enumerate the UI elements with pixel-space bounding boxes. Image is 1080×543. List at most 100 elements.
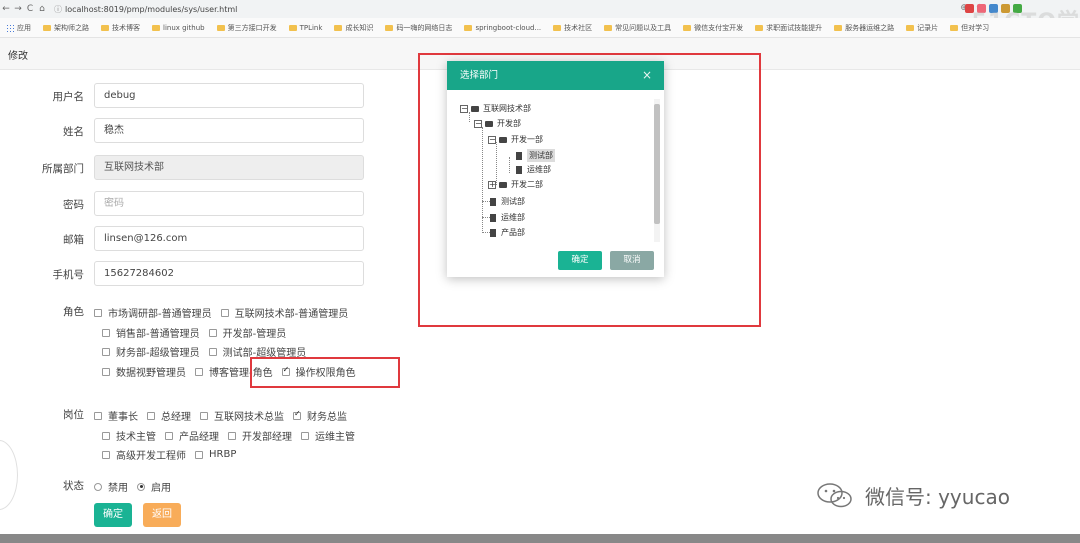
back-icon[interactable]: ← — [0, 4, 12, 14]
checkbox-icon[interactable] — [301, 431, 309, 440]
status-group: 禁用 启用 — [94, 479, 180, 494]
position-option[interactable]: 运维主管 — [301, 428, 355, 443]
name-input[interactable]: 稳杰 — [94, 118, 364, 143]
tree-node-dev[interactable]: − 开发部 — [474, 118, 521, 129]
home-icon[interactable]: ⌂ — [36, 4, 48, 14]
checkbox-icon[interactable] — [102, 347, 110, 356]
radio-icon[interactable] — [94, 482, 102, 491]
close-icon[interactable]: × — [642, 61, 652, 90]
folder-icon — [464, 24, 473, 31]
file-icon — [516, 165, 522, 174]
url-field[interactable]: ⓘ localhost:8019/pmp/modules/sys/user.htm… — [54, 4, 237, 15]
checkbox-icon[interactable] — [195, 450, 203, 459]
tree-node-ops[interactable]: 运维部 — [490, 212, 525, 223]
bookmark-item[interactable]: 记录片 — [906, 23, 938, 33]
position-option[interactable]: HRBP — [195, 449, 236, 460]
position-option[interactable]: 高级开发工程师 — [102, 447, 186, 462]
role-option[interactable]: 数据视野管理员 — [102, 364, 186, 379]
checkbox-icon[interactable] — [165, 431, 173, 440]
checkbox-icon[interactable] — [208, 328, 217, 337]
bookmark-item[interactable]: 微信支付宝开发 — [683, 23, 743, 33]
modal-ok-button[interactable]: 确定 — [558, 251, 602, 270]
role-option[interactable]: 互联网技术部-普通管理员 — [220, 305, 348, 320]
scrollbar-thumb[interactable] — [654, 104, 660, 224]
bookmark-apps[interactable]: 应用 — [6, 23, 31, 33]
back-button[interactable]: 返回 — [143, 503, 181, 527]
bookmark-item[interactable]: linux github — [152, 24, 205, 32]
bookmark-item[interactable]: 架构师之路 — [43, 23, 89, 33]
role-option[interactable]: 销售部-普通管理员 — [102, 325, 200, 340]
username-label: 用户名 — [52, 91, 85, 103]
checkbox-icon[interactable] — [102, 431, 110, 440]
bookmark-item[interactable]: 但对学习 — [950, 23, 989, 33]
dept-label: 所属部门 — [42, 163, 84, 175]
tree-node-dev1-ops[interactable]: 运维部 — [516, 164, 551, 175]
position-option[interactable]: 技术主管 — [102, 428, 156, 443]
folder-icon — [43, 24, 51, 31]
checkbox-icon[interactable] — [200, 411, 208, 420]
role-option[interactable]: 开发部-管理员 — [208, 325, 286, 340]
position-option[interactable]: 总经理 — [147, 408, 191, 423]
position-option[interactable]: 董事长 — [94, 408, 138, 423]
bookmark-item[interactable]: 服务器运维之路 — [834, 23, 894, 33]
position-option[interactable]: 互联网技术总监 — [200, 408, 284, 423]
forward-icon[interactable]: → — [12, 4, 24, 14]
expand-icon[interactable]: + — [488, 180, 496, 189]
position-option[interactable]: 开发部经理 — [228, 428, 292, 443]
checkbox-icon[interactable] — [147, 411, 155, 420]
bookmark-item[interactable]: 常见问题以及工具 — [604, 23, 671, 33]
bookmark-item[interactable]: TPLink — [288, 24, 322, 32]
tree-node-root[interactable]: − 互联网技术部 — [460, 103, 531, 114]
collapse-icon[interactable]: − — [488, 135, 496, 144]
dept-input[interactable]: 互联网技术部 — [94, 155, 364, 180]
bookmark-item[interactable]: 成长知识 — [334, 23, 373, 33]
tree-scrollbar[interactable] — [654, 99, 660, 242]
roles-label: 角色 — [63, 306, 84, 318]
bookmark-item[interactable]: springboot-cloud... — [464, 24, 541, 32]
checkbox-icon[interactable] — [195, 367, 203, 376]
checkbox-icon[interactable] — [208, 347, 217, 356]
bookmarks-bar: 应用 架构师之路 技术博客 linux github 第三方接口开发 TPLink 成长知识… — [0, 18, 1080, 38]
dept-tree: − 互联网技术部 − 开发部 − 开发一部 测试部 运维部 + 开发二部 测试部… — [456, 99, 664, 241]
positions-row: 技术主管 产品经理 开发部经理 运维主管 — [102, 428, 364, 443]
bookmark-item[interactable]: 技术博客 — [101, 23, 140, 33]
password-input[interactable]: 密码 — [94, 191, 364, 216]
bookmark-item[interactable]: 求职面试技能提升 — [755, 23, 822, 33]
tree-node-dev2[interactable]: + 开发二部 — [488, 179, 543, 190]
folder-icon — [499, 136, 507, 143]
modal-cancel-button[interactable]: 取消 — [610, 251, 654, 270]
tree-node-product[interactable]: 产品部 — [490, 227, 525, 238]
checkbox-icon[interactable] — [220, 308, 229, 317]
tree-node-dev1-test[interactable]: 测试部 — [516, 149, 555, 162]
bookmark-item[interactable]: 码一嗨的网络日志 — [385, 23, 452, 33]
status-option-enabled[interactable]: 启用 — [137, 479, 171, 494]
checkbox-icon[interactable] — [94, 308, 102, 317]
collapse-icon[interactable]: − — [460, 104, 468, 113]
checkbox-checked-icon[interactable] — [293, 409, 301, 420]
checkbox-icon[interactable] — [102, 328, 110, 337]
position-option[interactable]: 财务总监 — [293, 408, 347, 423]
checkbox-icon[interactable] — [94, 411, 102, 420]
role-option[interactable]: 市场调研部-普通管理员 — [94, 305, 212, 320]
checkbox-icon[interactable] — [102, 367, 110, 376]
username-input[interactable]: debug — [94, 83, 364, 108]
reload-icon[interactable]: C — [24, 4, 36, 14]
confirm-button[interactable]: 确定 — [94, 503, 132, 527]
collapse-icon[interactable]: − — [474, 119, 482, 128]
bookmark-item[interactable]: 技术社区 — [553, 23, 592, 33]
bookmark-item[interactable]: 第三方接口开发 — [216, 23, 277, 33]
checkbox-icon[interactable] — [228, 431, 236, 440]
radio-icon[interactable] — [137, 482, 145, 491]
checkbox-icon[interactable] — [102, 450, 110, 459]
status-option-disabled[interactable]: 禁用 — [94, 479, 128, 494]
tab-edit[interactable]: 修改 — [8, 47, 28, 62]
password-label: 密码 — [63, 199, 84, 211]
tree-node-test[interactable]: 测试部 — [490, 196, 525, 207]
email-label: 邮箱 — [63, 234, 84, 246]
position-option[interactable]: 产品经理 — [165, 428, 219, 443]
role-option[interactable]: 财务部-超级管理员 — [102, 344, 200, 359]
phone-input[interactable]: 15627284602 — [94, 261, 364, 286]
email-input[interactable]: linsen@126.com — [94, 226, 364, 251]
select-dept-modal: 选择部门 × − 互联网技术部 − 开发部 − 开发一部 测试部 运维部 + 开… — [447, 61, 664, 277]
tree-node-dev1[interactable]: − 开发一部 — [488, 134, 543, 145]
